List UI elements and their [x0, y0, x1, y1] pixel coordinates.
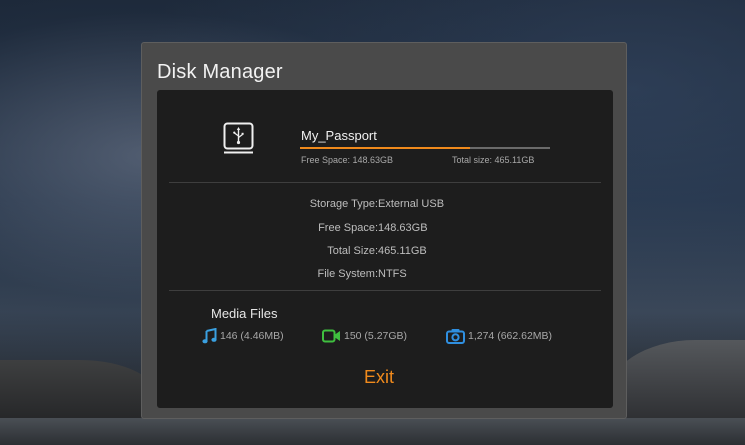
- music-note-icon: [202, 328, 217, 344]
- media-video-count: 150 (5.27GB): [322, 327, 407, 345]
- disk-manager-dialog: Disk Manager My_Passport Free Space: 148…: [141, 42, 627, 419]
- detail-label: Storage Type:: [309, 198, 378, 210]
- disk-info-panel: My_Passport Free Space: 148.63GB Total s…: [157, 90, 613, 408]
- disk-usage-bar: [300, 147, 550, 149]
- detail-value: NTFS: [378, 268, 407, 280]
- disk-total-size: Total size: 465.11GB: [452, 155, 535, 165]
- usb-drive-icon: [223, 122, 254, 154]
- media-music-text: 146 (4.46MB): [220, 330, 284, 342]
- media-photo-text: 1,274 (662.62MB): [468, 330, 553, 342]
- detail-value: External USB: [378, 198, 445, 210]
- disk-name: My_Passport: [301, 128, 377, 143]
- photo-camera-icon: [446, 329, 465, 344]
- disk-usage-fill: [300, 147, 470, 149]
- media-music-count: 146 (4.46MB): [202, 327, 284, 345]
- divider-top: [169, 182, 601, 183]
- detail-value: 148.63GB: [378, 222, 428, 234]
- background-ground: [0, 418, 745, 445]
- divider-bottom: [169, 290, 601, 291]
- video-camera-icon: [322, 329, 340, 343]
- media-video-text: 150 (5.27GB): [344, 330, 408, 342]
- media-files-title: Media Files: [211, 306, 278, 321]
- dialog-title: Disk Manager: [157, 61, 283, 83]
- detail-label: Total Size:: [327, 245, 378, 257]
- exit-button[interactable]: Exit: [364, 367, 394, 388]
- detail-label: Free Space:: [318, 222, 378, 234]
- media-photo-count: 1,274 (662.62MB): [446, 327, 552, 345]
- disk-free-space: Free Space: 148.63GB: [301, 155, 394, 165]
- detail-value: 465.11GB: [378, 245, 427, 257]
- detail-label: File System:: [317, 268, 378, 280]
